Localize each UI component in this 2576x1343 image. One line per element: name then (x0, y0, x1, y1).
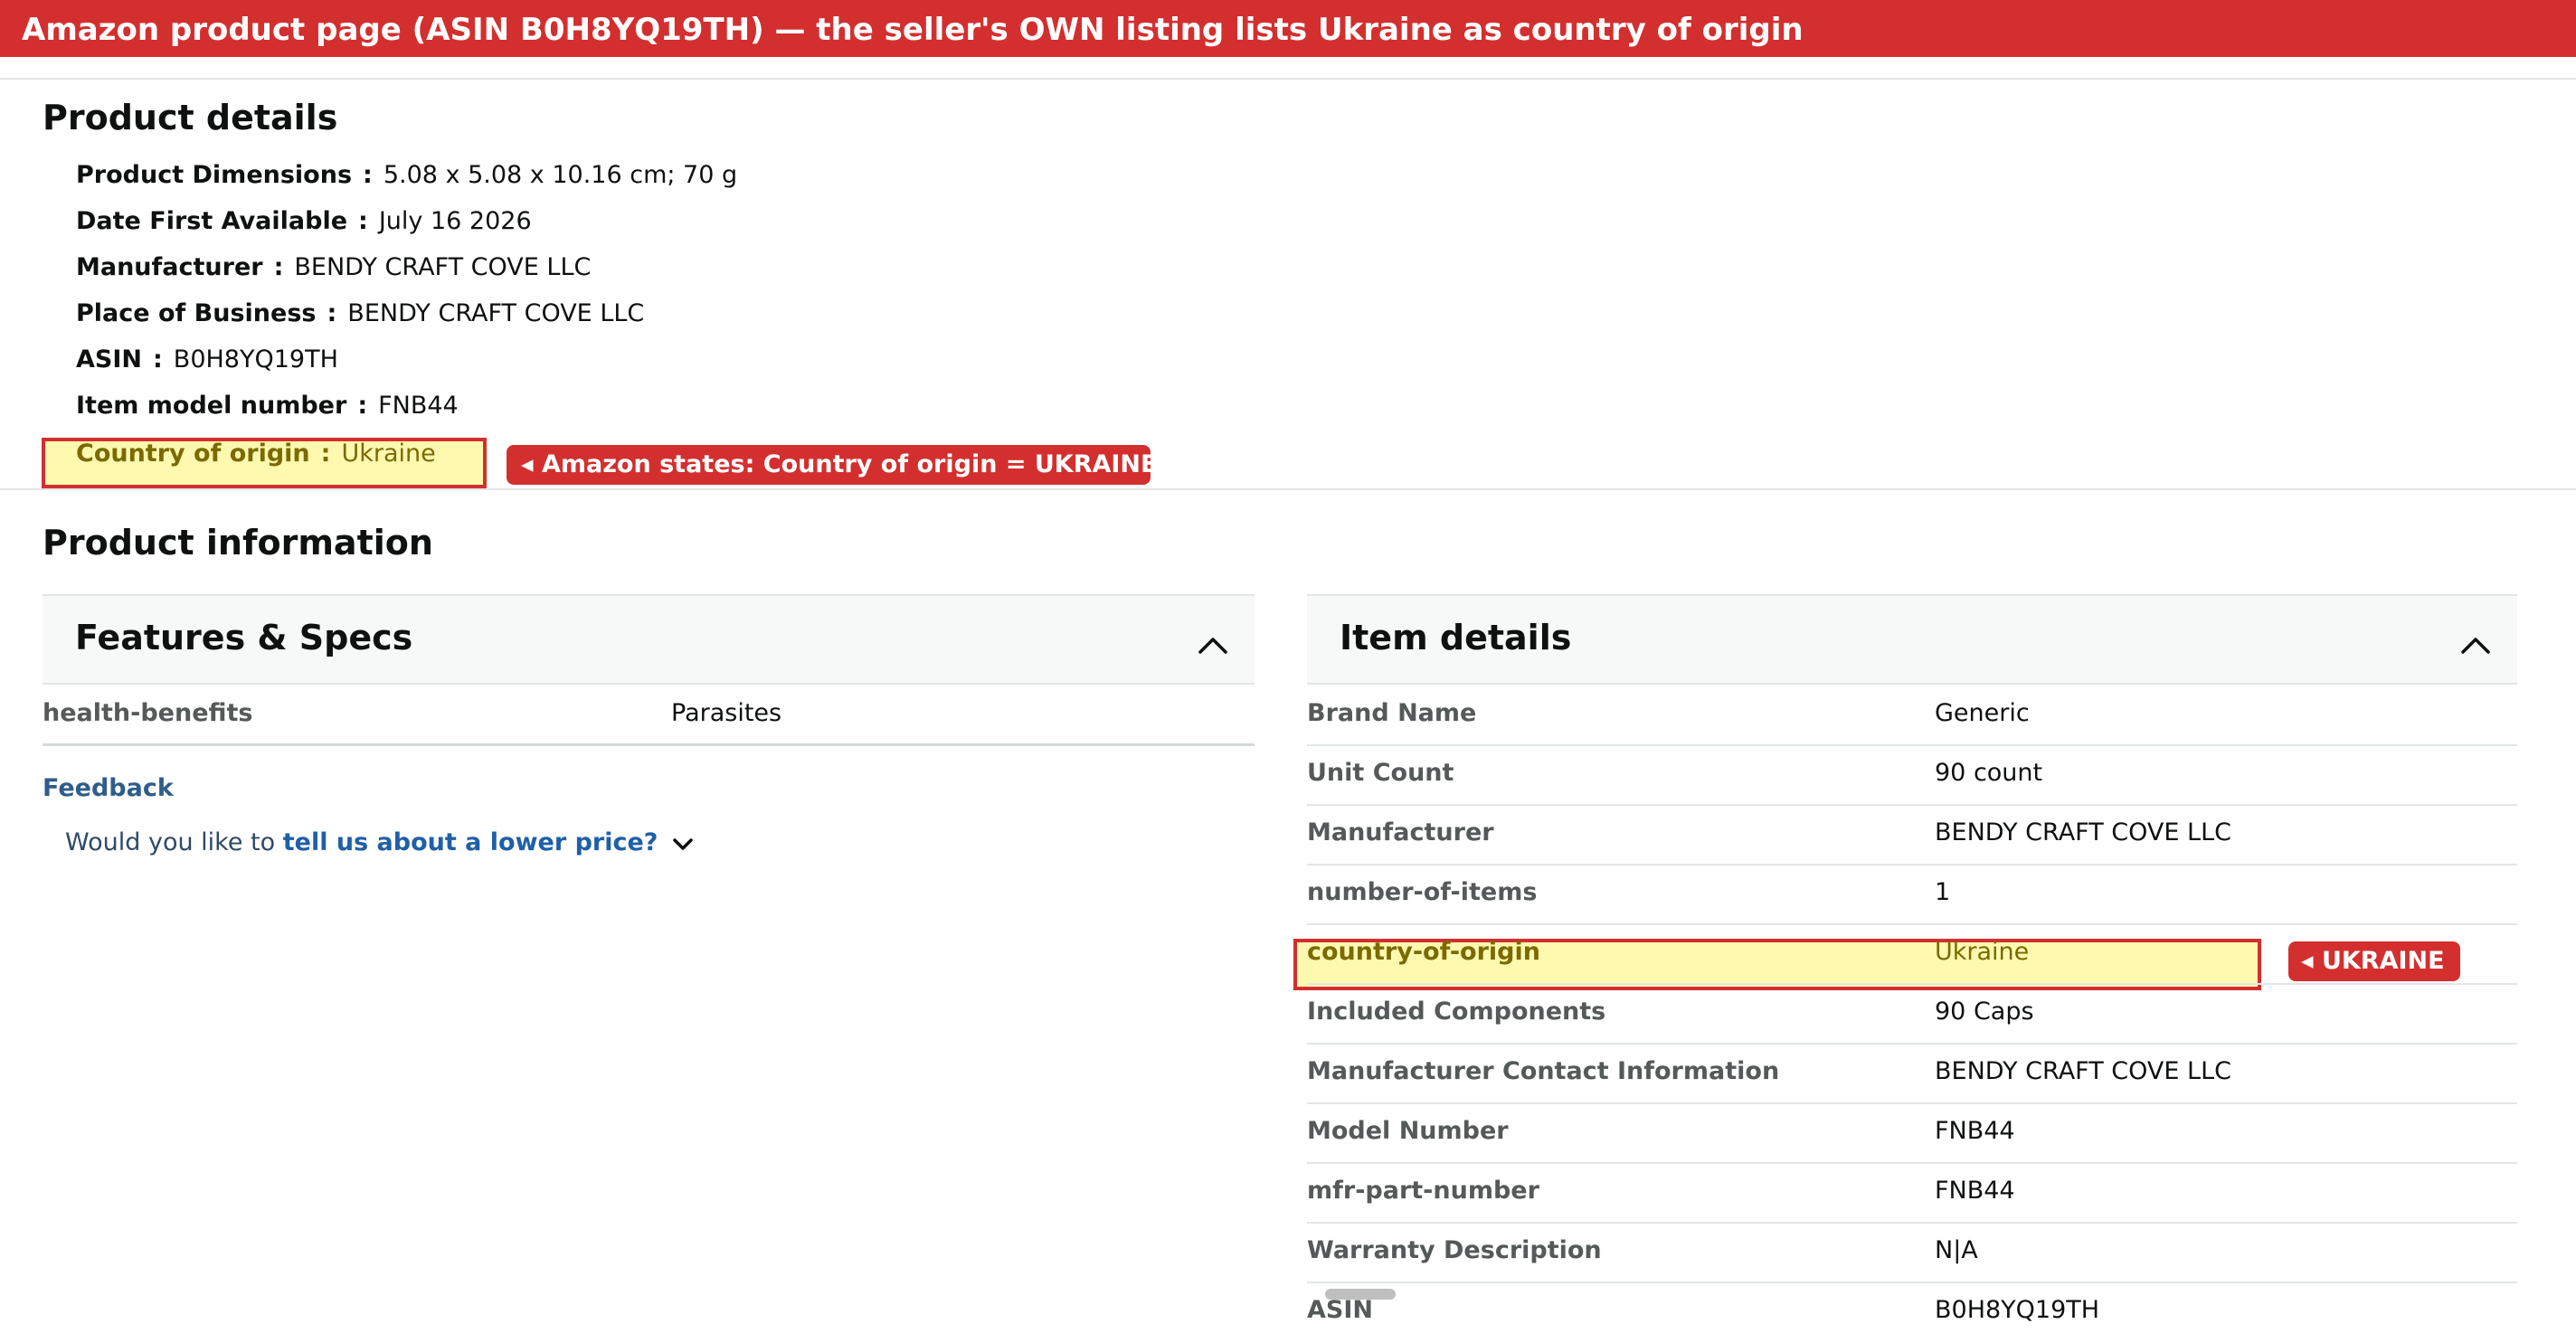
item-key: Brand Name (1307, 699, 1477, 727)
spec-key: health-benefits (43, 699, 253, 727)
item-value: Ukraine (1935, 938, 2030, 966)
item-key: country-of-origin (1307, 938, 1540, 966)
item-details-header[interactable]: Item details (1307, 594, 2517, 685)
item-key: Manufacturer Contact Information (1307, 1057, 1780, 1085)
detail-row-model-number: Item model number: FNB44 (76, 392, 459, 420)
divider (0, 488, 2576, 490)
detail-separator: : (357, 392, 368, 420)
detail-separator: : (273, 253, 284, 281)
detail-separator: : (327, 299, 337, 327)
table-row: number-of-items 1 (1307, 865, 2517, 925)
divider (0, 78, 2576, 80)
item-key: Manufacturer (1307, 818, 1494, 846)
item-value: FNB44 (1935, 1177, 2015, 1205)
detail-key: Manufacturer (76, 253, 263, 281)
detail-value: FNB44 (378, 392, 459, 420)
features-specs-header[interactable]: Features & Specs (43, 594, 1255, 685)
item-key: Warranty Description (1307, 1236, 1602, 1264)
item-value: Generic (1935, 699, 2030, 727)
lower-price-link[interactable]: tell us about a lower price? (283, 828, 658, 856)
detail-value: BENDY CRAFT COVE LLC (294, 253, 592, 281)
table-row: health-benefits Parasites (43, 686, 1255, 746)
item-details-title: Item details (1340, 618, 1572, 657)
detail-separator: : (320, 440, 331, 468)
item-value: FNB44 (1935, 1117, 2015, 1145)
item-value: B0H8YQ19TH (1935, 1296, 2100, 1324)
spec-value: Parasites (671, 699, 782, 727)
detail-key: Product Dimensions (76, 161, 353, 189)
product-information-heading: Product information (43, 523, 433, 563)
item-value: 1 (1935, 878, 1951, 906)
table-row: Manufacturer Contact Information BENDY C… (1307, 1045, 2517, 1104)
ukraine-callout: ◂ UKRAINE (2288, 941, 2460, 981)
detail-value: BENDY CRAFT COVE LLC (347, 299, 645, 327)
detail-value: Ukraine (341, 440, 436, 468)
table-row: Unit Count 90 count (1307, 746, 2517, 806)
detail-key: Item model number (76, 392, 347, 420)
detail-separator: : (152, 345, 163, 374)
item-key: ASIN (1307, 1296, 1373, 1324)
item-key: Unit Count (1307, 759, 1454, 787)
detail-row-country-of-origin: Country of origin: Ukraine (76, 440, 436, 468)
detail-key: Country of origin (76, 440, 310, 468)
detail-key: Place of Business (76, 299, 317, 327)
detail-row-manufacturer: Manufacturer: BENDY CRAFT COVE LLC (76, 253, 591, 281)
lower-price-text: Would you like to (65, 828, 276, 856)
item-value: 90 count (1935, 759, 2043, 787)
table-row: Manufacturer BENDY CRAFT COVE LLC (1307, 806, 2517, 865)
detail-separator: : (358, 207, 368, 235)
detail-value: July 16 2026 (378, 207, 532, 235)
detail-row-asin: ASIN: B0H8YQ19TH (76, 345, 338, 374)
detail-separator: : (363, 161, 373, 189)
lower-price-prompt: Would you like to tell us about a lower … (65, 828, 695, 856)
table-row: mfr-part-number FNB44 (1307, 1164, 2517, 1224)
item-value: BENDY CRAFT COVE LLC (1935, 818, 2231, 846)
item-value: N|A (1935, 1236, 1978, 1264)
detail-row-dimensions: Product Dimensions:5.08 x 5.08 x 10.16 c… (76, 161, 737, 189)
chevron-down-icon[interactable] (671, 835, 695, 853)
horizontal-scrollbar[interactable] (1325, 1289, 1396, 1300)
chevron-up-icon[interactable] (1197, 629, 1229, 661)
detail-row-date: Date First Available: July 16 2026 (76, 207, 532, 235)
item-value: 90 Caps (1935, 998, 2034, 1026)
annotation-banner: Amazon product page (ASIN B0H8YQ19TH) — … (0, 0, 2576, 57)
feedback-link[interactable]: Feedback (43, 774, 174, 802)
chevron-up-icon[interactable] (2459, 629, 2492, 661)
item-key: number-of-items (1307, 878, 1538, 906)
table-row: Warranty Description N|A (1307, 1224, 2517, 1283)
detail-value: 5.08 x 5.08 x 10.16 cm; 70 g (383, 161, 738, 189)
table-row: ASIN B0H8YQ19TH (1307, 1283, 2517, 1343)
item-value: BENDY CRAFT COVE LLC (1935, 1057, 2231, 1085)
product-details-heading: Product details (43, 98, 338, 137)
features-specs-title: Features & Specs (75, 618, 413, 657)
detail-row-place-of-business: Place of Business: BENDY CRAFT COVE LLC (76, 299, 644, 327)
detail-value: B0H8YQ19TH (173, 345, 338, 374)
item-key: mfr-part-number (1307, 1177, 1539, 1205)
detail-key: ASIN (76, 345, 142, 374)
detail-key: Date First Available (76, 207, 348, 235)
country-of-origin-callout: ◂ Amazon states: Country of origin = UKR… (507, 445, 1157, 485)
item-key: Included Components (1307, 998, 1606, 1026)
table-row: Model Number FNB44 (1307, 1104, 2517, 1164)
table-row: Brand Name Generic (1307, 686, 2517, 746)
table-row: Included Components 90 Caps (1307, 985, 2517, 1045)
item-key: Model Number (1307, 1117, 1509, 1145)
